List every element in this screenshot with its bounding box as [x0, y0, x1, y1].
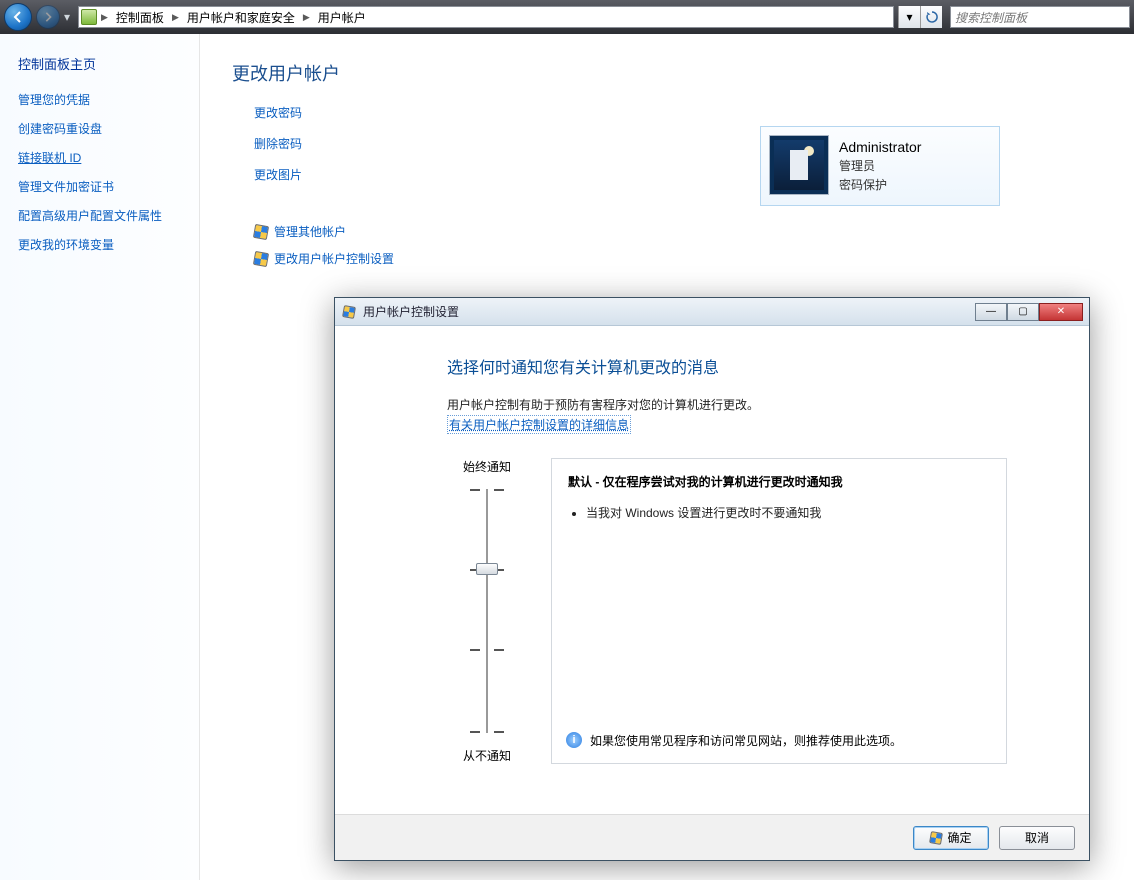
- info-tip-text: 如果您使用常见程序和访问常见网站，则推荐使用此选项。: [590, 732, 902, 749]
- user-protection: 密码保护: [839, 176, 921, 193]
- refresh-button[interactable]: [920, 6, 942, 28]
- slider-label-always: 始终通知: [463, 458, 511, 475]
- explorer-navbar: ▾ ▶ 控制面板 ▶ 用户帐户和家庭安全 ▶ 用户帐户 ▾ 搜索控制面板: [0, 0, 1134, 34]
- shield-icon: [253, 250, 269, 266]
- dialog-titlebar[interactable]: 用户帐户控制设置 — ▢ ✕: [335, 298, 1089, 326]
- shield-icon: [253, 223, 269, 239]
- maximize-button[interactable]: ▢: [1007, 303, 1039, 321]
- dialog-heading: 选择何时通知您有关计算机更改的消息: [447, 354, 1007, 378]
- nav-forward-button[interactable]: [36, 5, 60, 29]
- uac-slider[interactable]: 始终通知 从不通知: [447, 458, 527, 764]
- user-role: 管理员: [839, 157, 921, 174]
- breadcrumb-arrow-icon: ▶: [170, 12, 181, 23]
- address-bar[interactable]: ▶ 控制面板 ▶ 用户帐户和家庭安全 ▶ 用户帐户: [78, 6, 894, 28]
- sidebar-link[interactable]: 链接联机 ID: [18, 149, 181, 166]
- ok-button-label: 确定: [947, 829, 971, 846]
- slider-label-never: 从不通知: [463, 747, 511, 764]
- info-title: 默认 - 仅在程序尝试对我的计算机进行更改时通知我: [568, 473, 990, 490]
- slider-track[interactable]: [486, 489, 488, 733]
- user-account-card: Administrator 管理员 密码保护: [760, 126, 1000, 206]
- slider-thumb[interactable]: [476, 563, 498, 575]
- dialog-description: 用户帐户控制有助于预防有害程序对您的计算机进行更改。: [447, 396, 1007, 413]
- address-dropdown-button[interactable]: ▾: [898, 6, 920, 28]
- sidebar-link[interactable]: 管理您的凭据: [18, 91, 181, 108]
- breadcrumb-item[interactable]: 用户帐户: [314, 9, 370, 26]
- user-name: Administrator: [839, 139, 921, 155]
- action-change-uac-settings[interactable]: 更改用户帐户控制设置: [274, 250, 394, 267]
- sidebar: 控制面板主页 管理您的凭据 创建密码重设盘 链接联机 ID 管理文件加密证书 配…: [0, 34, 200, 880]
- sidebar-link[interactable]: 配置高级用户配置文件属性: [18, 207, 181, 224]
- info-bullet: 当我对 Windows 设置进行更改时不要通知我: [586, 504, 990, 521]
- cancel-button-label: 取消: [1025, 829, 1049, 846]
- minimize-button[interactable]: —: [975, 303, 1007, 321]
- breadcrumb-arrow-icon: ▶: [301, 12, 312, 23]
- avatar: [769, 135, 829, 195]
- breadcrumb-arrow-icon: ▶: [99, 12, 110, 23]
- sidebar-link[interactable]: 更改我的环境变量: [18, 236, 181, 253]
- info-icon: i: [566, 732, 582, 748]
- action-change-password[interactable]: 更改密码: [254, 104, 1102, 121]
- sidebar-link[interactable]: 管理文件加密证书: [18, 178, 181, 195]
- close-button[interactable]: ✕: [1039, 303, 1083, 321]
- control-panel-icon: [81, 9, 97, 25]
- action-manage-other-accounts[interactable]: 管理其他帐户: [274, 223, 346, 240]
- shield-icon: [930, 831, 944, 845]
- cancel-button[interactable]: 取消: [999, 826, 1075, 850]
- uac-settings-dialog: 用户帐户控制设置 — ▢ ✕ 选择何时通知您有关计算机更改的消息 用户帐户控制有…: [334, 297, 1090, 861]
- ok-button[interactable]: 确定: [913, 826, 989, 850]
- dialog-footer: 确定 取消: [335, 814, 1089, 860]
- shield-icon: [341, 304, 357, 320]
- search-input[interactable]: 搜索控制面板: [950, 6, 1130, 28]
- breadcrumb-item[interactable]: 控制面板: [112, 9, 168, 26]
- sidebar-title[interactable]: 控制面板主页: [18, 54, 181, 73]
- dialog-more-info-link[interactable]: 有关用户帐户控制设置的详细信息: [447, 415, 631, 434]
- search-placeholder: 搜索控制面板: [955, 9, 1027, 26]
- page-title: 更改用户帐户: [232, 60, 1102, 86]
- nav-history-dropdown[interactable]: ▾: [64, 3, 74, 31]
- sidebar-link[interactable]: 创建密码重设盘: [18, 120, 181, 137]
- uac-level-info-panel: 默认 - 仅在程序尝试对我的计算机进行更改时通知我 当我对 Windows 设置…: [551, 458, 1007, 764]
- dialog-title: 用户帐户控制设置: [363, 303, 459, 320]
- nav-back-button[interactable]: [4, 3, 32, 31]
- breadcrumb-item[interactable]: 用户帐户和家庭安全: [183, 9, 299, 26]
